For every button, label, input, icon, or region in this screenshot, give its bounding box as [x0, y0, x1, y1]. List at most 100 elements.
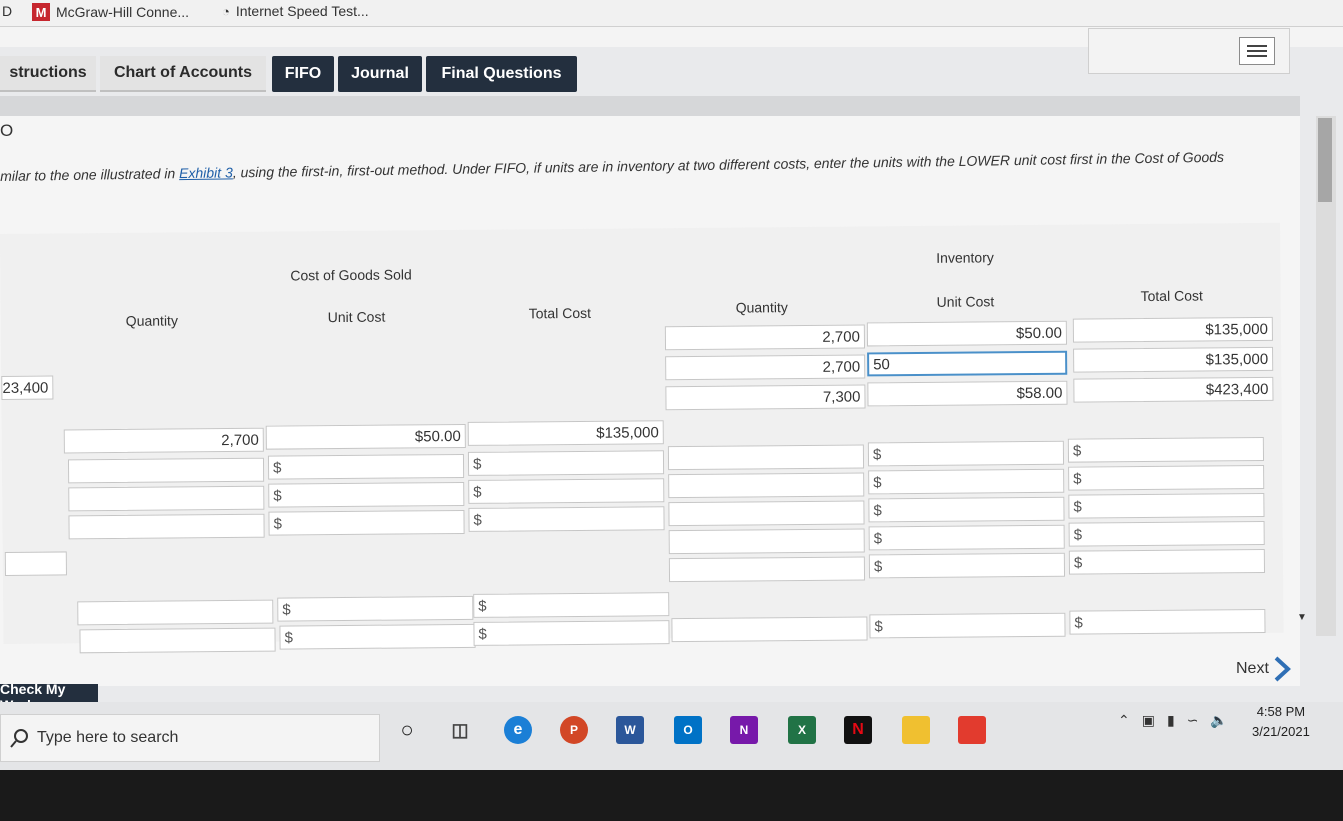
cogs-row3-total[interactable] — [468, 478, 665, 504]
cogs-row4-total[interactable] — [468, 506, 665, 532]
roblox-icon[interactable] — [958, 716, 986, 744]
inv-b-row2-qty[interactable] — [668, 472, 865, 499]
clock-date: 3/21/2021 — [1252, 724, 1310, 739]
inv-b-row1-unit[interactable] — [867, 440, 1065, 467]
header-cogs: Cost of Goods Sold — [290, 266, 412, 284]
header-cogs-total-cost: Total Cost — [528, 304, 592, 322]
inv-row2-total[interactable]: $135,000 — [1073, 346, 1274, 373]
cogs-row2-unit[interactable] — [267, 453, 465, 480]
tab-fifo[interactable]: FIFO — [272, 56, 334, 92]
inv-b-row4-qty[interactable] — [668, 528, 865, 555]
cogs-row1-total[interactable]: $135,000 — [467, 420, 664, 446]
inv-total-qty[interactable] — [671, 616, 868, 643]
inv-row1-qty[interactable]: 2,700 — [664, 324, 866, 351]
inv-b-row4-total[interactable] — [1068, 520, 1265, 547]
speedtest-icon: ◔ — [222, 3, 230, 19]
bookmarks-bar: D M McGraw-Hill Conne... ◔ Internet Spee… — [0, 0, 1343, 27]
exhibit-link[interactable]: Exhibit 3 — [179, 164, 233, 181]
cogs-total-row1-unit[interactable] — [277, 595, 474, 622]
inv-b-row5-total[interactable] — [1068, 548, 1266, 575]
inv-row2-unit[interactable]: 50 — [867, 350, 1068, 377]
tab-chart-of-accounts[interactable]: Chart of Accounts — [100, 56, 266, 92]
inv-b-row4-unit[interactable] — [868, 524, 1065, 551]
cogs-total-row2-unit[interactable] — [279, 623, 476, 650]
powerpoint-icon[interactable]: P — [560, 716, 588, 744]
left-quantity-field[interactable]: 23,400 — [1, 375, 54, 400]
left-small-field[interactable] — [4, 551, 67, 576]
windows-taskbar: Type here to search ○ ◫ e P W O N X N ⌃ … — [0, 702, 1343, 770]
search-placeholder: Type here to search — [37, 729, 179, 746]
header-inv-quantity: Quantity — [735, 299, 788, 316]
inv-row3-qty[interactable]: 7,300 — [665, 384, 866, 411]
inv-b-row3-total[interactable] — [1068, 492, 1265, 519]
inv-b-row5-qty[interactable] — [668, 556, 866, 583]
inv-row3-unit[interactable]: $58.00 — [867, 380, 1068, 407]
inv-b-row3-qty[interactable] — [668, 500, 865, 527]
browser-screen: D M McGraw-Hill Conne... ◔ Internet Spee… — [0, 0, 1343, 770]
cogs-total-row1-qty[interactable] — [77, 599, 274, 626]
inv-total-unit[interactable] — [869, 612, 1066, 639]
taskbar-search[interactable]: Type here to search — [0, 714, 380, 762]
cogs-row2-qty[interactable] — [67, 457, 265, 484]
cogs-row1-unit[interactable]: $50.00 — [265, 423, 466, 450]
chevron-up-icon[interactable]: ⌃ — [1118, 712, 1130, 729]
inv-b-row5-unit[interactable] — [868, 552, 1066, 579]
tab-instructions[interactable]: structions — [0, 56, 96, 92]
cogs-row4-qty[interactable] — [68, 513, 265, 540]
bookmark-mcgraw-hill[interactable]: M McGraw-Hill Conne... — [32, 3, 189, 21]
onenote-icon[interactable]: N — [730, 716, 758, 744]
cogs-row4-unit[interactable] — [268, 509, 465, 536]
scrollbar-thumb[interactable] — [1318, 118, 1332, 202]
cogs-total-row2-qty[interactable] — [79, 627, 276, 654]
cogs-row3-unit[interactable] — [268, 481, 465, 508]
taskview-icon[interactable]: ◫ — [446, 716, 474, 744]
inv-row1-unit[interactable]: $50.00 — [866, 320, 1068, 347]
inv-b-row2-unit[interactable] — [868, 468, 1065, 495]
scroll-down-icon[interactable]: ▼ — [1297, 612, 1307, 623]
file-explorer-icon[interactable] — [902, 716, 930, 744]
bookmark-speed-test-label: Internet Speed Test... — [235, 3, 369, 19]
meet-now-icon[interactable]: ▣ — [1142, 712, 1155, 729]
wifi-icon[interactable]: ∽ — [1187, 712, 1199, 729]
tab-journal-label: Journal — [351, 65, 409, 82]
tab-journal[interactable]: Journal — [338, 56, 422, 92]
volume-icon[interactable]: 🔈 — [1210, 712, 1227, 729]
netflix-icon[interactable]: N — [844, 716, 872, 744]
inv-total-total[interactable] — [1069, 608, 1266, 635]
tab-chart-of-accounts-label: Chart of Accounts — [113, 64, 253, 81]
bookmark-d[interactable]: D — [2, 3, 12, 19]
tab-final-questions[interactable]: Final Questions — [426, 56, 577, 92]
cogs-total-row2-total[interactable] — [473, 620, 670, 646]
fifo-table: Cost of Goods Sold Inventory Quantity Un… — [0, 222, 1284, 654]
taskbar-clock[interactable]: 4:58 PM 3/21/2021 — [1252, 702, 1310, 742]
cogs-row1-qty[interactable]: 2,700 — [63, 427, 264, 454]
header-cogs-quantity: Quantity — [125, 312, 178, 329]
cogs-row3-qty[interactable] — [68, 485, 265, 512]
tab-final-questions-label: Final Questions — [441, 65, 562, 82]
step-label: O — [0, 121, 14, 140]
inv-row3-total[interactable]: $423,400 — [1073, 376, 1274, 403]
menu-icon[interactable] — [1239, 37, 1275, 65]
cogs-total-row1-total[interactable] — [473, 592, 670, 618]
header-inv-unit-cost: Unit Cost — [936, 293, 995, 310]
inv-row1-total[interactable]: $135,000 — [1072, 316, 1273, 343]
bookmark-speed-test[interactable]: ◔ Internet Speed Test... — [222, 3, 369, 19]
inv-b-row3-unit[interactable] — [868, 496, 1065, 523]
edge-icon[interactable]: e — [504, 716, 532, 744]
next-button[interactable]: Next — [1236, 656, 1291, 682]
header-control-box — [1088, 28, 1290, 74]
cogs-row2-total[interactable] — [467, 450, 665, 476]
next-label: Next — [1236, 660, 1269, 677]
chevron-right-icon — [1274, 656, 1291, 682]
header-inventory: Inventory — [936, 249, 994, 266]
word-icon[interactable]: W — [616, 716, 644, 744]
inv-b-row1-total[interactable] — [1067, 436, 1265, 463]
inv-b-row2-total[interactable] — [1068, 464, 1265, 491]
battery-icon[interactable]: ▮ — [1167, 712, 1175, 729]
outlook-icon[interactable]: O — [674, 716, 702, 744]
excel-icon[interactable]: X — [788, 716, 816, 744]
bookmark-mcgraw-hill-label: McGraw-Hill Conne... — [56, 4, 190, 20]
cortana-icon[interactable]: ○ — [393, 716, 421, 744]
inv-row2-qty[interactable]: 2,700 — [665, 354, 866, 381]
inv-b-row1-qty[interactable] — [667, 444, 865, 471]
